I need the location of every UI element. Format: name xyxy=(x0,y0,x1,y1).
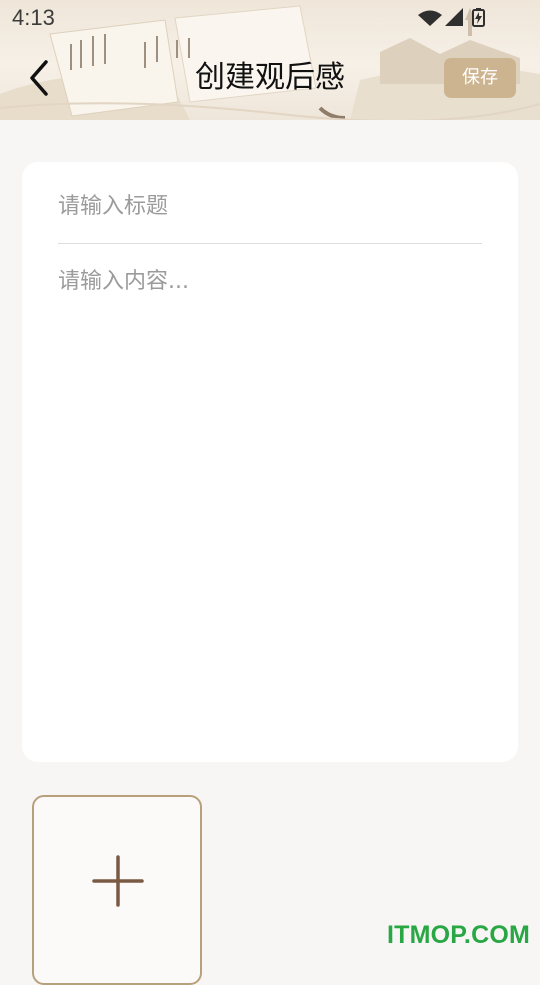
add-image-button[interactable] xyxy=(32,795,202,985)
status-bar: 4:13 xyxy=(0,0,540,36)
title-input[interactable] xyxy=(58,186,482,226)
signal-icon xyxy=(445,8,463,26)
plus-icon xyxy=(92,855,144,907)
content-textarea[interactable] xyxy=(58,264,482,734)
editor-card xyxy=(22,162,518,762)
chevron-left-icon xyxy=(30,60,48,96)
battery-charging-icon xyxy=(472,8,485,27)
back-button[interactable] xyxy=(22,58,62,98)
wifi-icon xyxy=(418,10,442,26)
status-icons xyxy=(418,8,485,27)
status-time: 4:13 xyxy=(12,5,55,30)
watermark: ITMOP.COM xyxy=(386,921,530,949)
title-divider xyxy=(58,243,482,244)
save-button[interactable]: 保存 xyxy=(444,58,516,98)
header-banner: 4:13 创建观后感 保存 xyxy=(0,0,540,120)
